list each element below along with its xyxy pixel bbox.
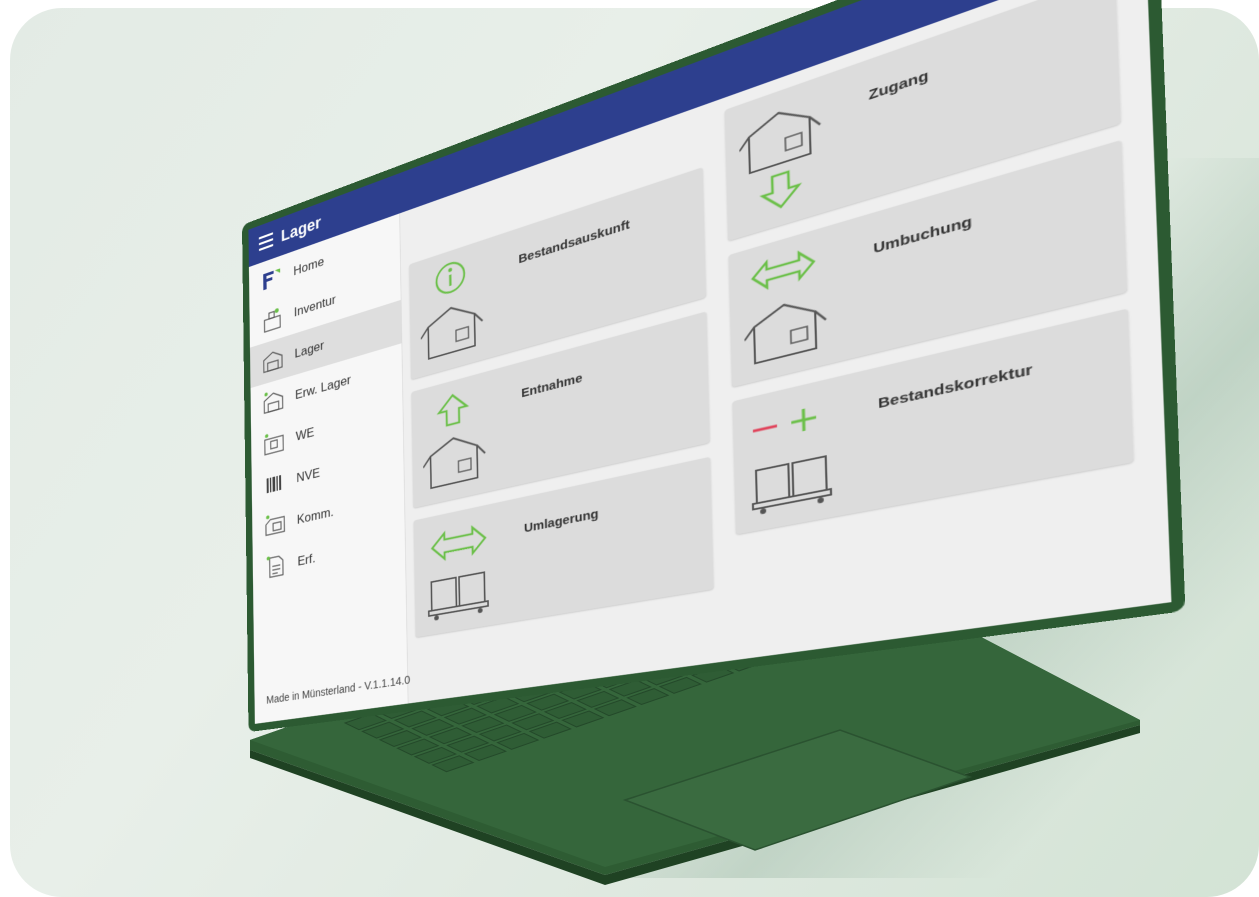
tile-label: Zugang [868,67,929,104]
sidebar-item-label: Home [293,253,325,279]
sidebar-item-label: WE [295,424,315,444]
sidebar-item-label: Erf. [297,550,316,569]
picking-icon [264,510,287,540]
tile-grid: Bestandsauskunft Zugang Umbuchung Entnah… [408,0,1160,691]
sidebar-item-label: Komm. [296,504,334,527]
box-arrow-down-icon [738,75,854,228]
laptop-screen: Lager Home Inventur Lager Erw. Lager WE … [0,0,1259,897]
sidebar-item-label: NVE [296,465,321,486]
sidebar-item-label: Lager [294,337,325,361]
barcode-icon [266,475,282,494]
sidebar-item-label: Inventur [293,291,336,320]
info-box-icon [420,241,508,369]
tile-label: Bestandsauskunft [518,217,630,267]
app-window: Lager Home Inventur Lager Erw. Lager WE … [248,0,1172,724]
screen-bezel: Lager Home Inventur Lager Erw. Lager WE … [242,0,1186,733]
tile-label: Umbuchung [873,213,973,258]
swap-pallet-icon [424,508,512,621]
extended-warehouse-icon [262,386,285,417]
inventory-icon [261,307,284,336]
page-title: Lager [280,212,322,246]
hamburger-menu-icon[interactable] [258,232,274,252]
box-swap-icon [742,227,859,374]
box-arrow-up-icon [422,374,510,498]
sidebar: Home Inventur Lager Erw. Lager WE NVE Ko… [248,213,411,724]
company-logo-icon [263,268,281,291]
tile-label: Umlagerung [523,506,599,536]
goods-receipt-icon [263,427,286,458]
document-icon [266,552,287,582]
sidebar-item-label: Erw. Lager [295,372,352,403]
plus-minus-pallet-icon [746,381,863,515]
warehouse-icon [262,345,285,377]
tile-label: Bestandskorrektur [877,361,1033,412]
version-footer: Made in Münsterland - V.1.1.14.0 [266,673,411,707]
tile-label: Entnahme [521,370,583,401]
